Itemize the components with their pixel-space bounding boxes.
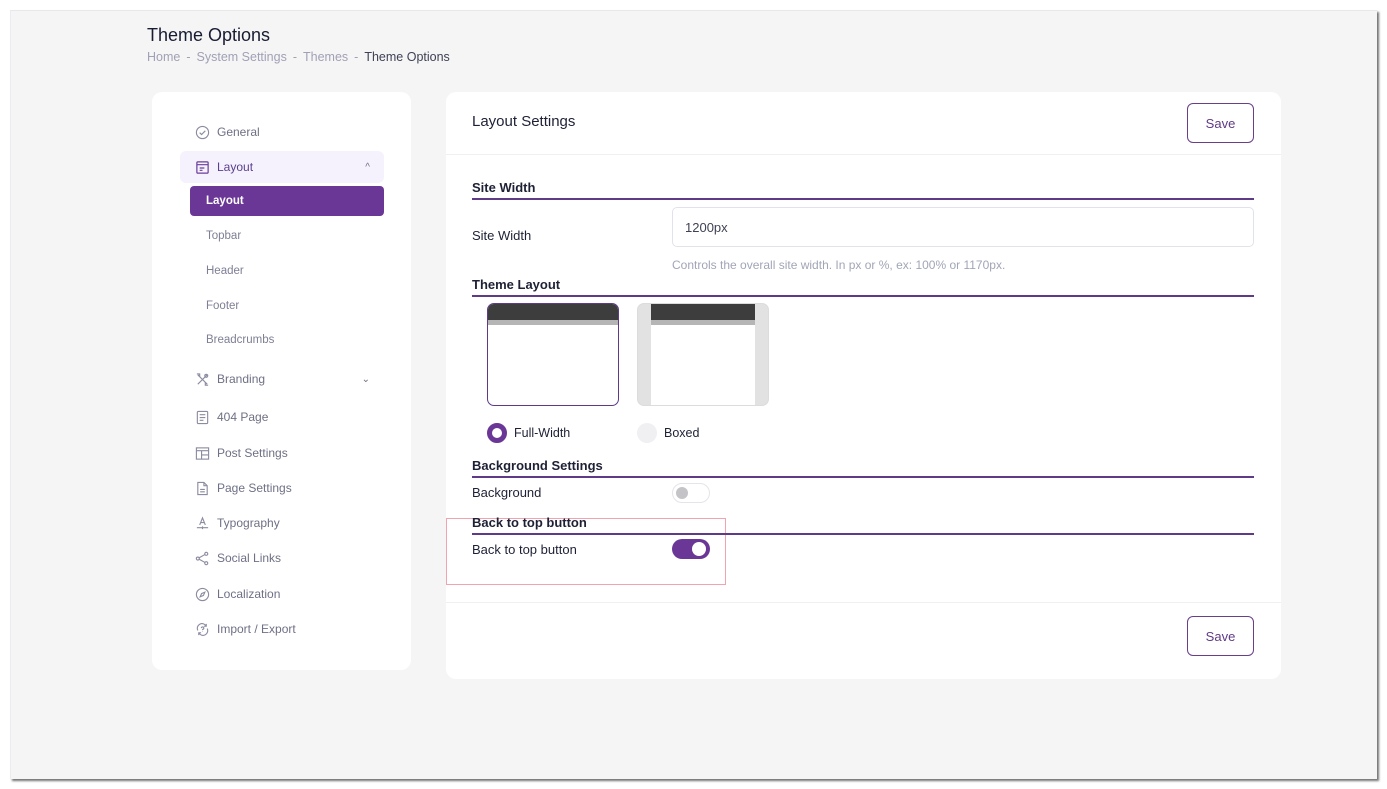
sidebar-subitem-layout[interactable]: Layout bbox=[190, 186, 384, 216]
panel-header: Layout Settings Save bbox=[446, 92, 1281, 155]
boxed-layout-preview[interactable] bbox=[637, 303, 769, 406]
breadcrumb-separator: - bbox=[186, 50, 191, 64]
document-list-icon bbox=[194, 409, 210, 425]
sidebar-item-post-settings[interactable]: Post Settings bbox=[180, 437, 384, 469]
sidebar-subitem-header[interactable]: Header bbox=[190, 256, 384, 286]
sidebar-subitem-footer[interactable]: Footer bbox=[190, 291, 384, 321]
site-width-hint: Controls the overall site width. In px o… bbox=[672, 258, 1006, 272]
import-export-icon bbox=[194, 621, 210, 637]
save-button-bottom[interactable]: Save bbox=[1187, 616, 1254, 656]
full-width-layout-preview[interactable] bbox=[487, 303, 619, 406]
panel-footer-divider bbox=[446, 602, 1281, 603]
toggle-knob bbox=[692, 542, 706, 556]
section-title-site-width: Site Width bbox=[472, 180, 1254, 200]
sidebar-item-label: 404 Page bbox=[217, 410, 269, 424]
section-title-theme-layout: Theme Layout bbox=[472, 277, 1254, 297]
site-width-input[interactable] bbox=[672, 207, 1254, 247]
radio-label: Full-Width bbox=[514, 426, 571, 440]
section-title-back-to-top: Back to top button bbox=[472, 515, 1254, 535]
radio-selected-icon[interactable] bbox=[487, 423, 507, 443]
sidebar-item-label: Layout bbox=[217, 160, 254, 174]
sidebar-item-label: Typography bbox=[217, 516, 280, 530]
background-toggle[interactable] bbox=[672, 483, 710, 503]
sidebar-item-404-page[interactable]: 404 Page bbox=[180, 401, 384, 433]
sidebar: General Layout ^ Layout Topbar Header Fo… bbox=[152, 92, 411, 670]
breadcrumb-home[interactable]: Home bbox=[147, 50, 180, 64]
background-label: Background bbox=[472, 485, 542, 500]
share-icon bbox=[194, 550, 210, 566]
tools-icon bbox=[194, 371, 210, 387]
breadcrumb-system-settings[interactable]: System Settings bbox=[197, 50, 287, 64]
sidebar-item-typography[interactable]: Typography bbox=[180, 507, 384, 539]
sidebar-item-label: General bbox=[217, 125, 260, 139]
preview-nav-bar bbox=[651, 320, 755, 325]
save-button-top[interactable]: Save bbox=[1187, 103, 1254, 143]
page-title: Theme Options bbox=[147, 25, 271, 45]
back-to-top-label: Back to top button bbox=[472, 542, 577, 557]
sidebar-item-page-settings[interactable]: Page Settings bbox=[180, 472, 384, 504]
breadcrumb-themes[interactable]: Themes bbox=[303, 50, 348, 64]
breadcrumb-separator: - bbox=[354, 50, 359, 64]
layout-icon bbox=[194, 159, 210, 175]
layout-settings-panel: Layout Settings Save Site Width Site Wid… bbox=[446, 92, 1281, 679]
radio-full-width[interactable]: Full-Width bbox=[487, 423, 570, 443]
typography-icon bbox=[194, 515, 210, 531]
chevron-up-icon: ^ bbox=[365, 161, 370, 173]
sidebar-item-label: Import / Export bbox=[217, 622, 296, 636]
sidebar-item-label: Post Settings bbox=[217, 446, 288, 460]
preview-nav-bar bbox=[488, 320, 618, 325]
radio-unselected-icon[interactable] bbox=[637, 423, 657, 443]
compass-icon bbox=[194, 586, 210, 602]
sidebar-item-label: Localization bbox=[217, 587, 281, 601]
sidebar-item-import-export[interactable]: Import / Export bbox=[180, 613, 384, 645]
post-layout-icon bbox=[194, 445, 210, 461]
sidebar-item-label: Branding bbox=[217, 372, 266, 386]
toggle-knob bbox=[676, 487, 688, 499]
sidebar-subitem-breadcrumbs[interactable]: Breadcrumbs bbox=[190, 325, 384, 355]
sidebar-item-social-links[interactable]: Social Links bbox=[180, 542, 384, 574]
check-circle-icon bbox=[194, 124, 210, 140]
breadcrumb: Home - System Settings - Themes - Theme … bbox=[147, 50, 450, 64]
file-icon bbox=[194, 480, 210, 496]
sidebar-item-localization[interactable]: Localization bbox=[180, 578, 384, 610]
preview-header-bar bbox=[488, 304, 618, 320]
back-to-top-toggle[interactable] bbox=[672, 539, 710, 559]
sidebar-item-layout[interactable]: Layout ^ bbox=[180, 151, 384, 183]
sidebar-item-label: Social Links bbox=[217, 551, 282, 565]
preview-boxed-content bbox=[651, 304, 755, 405]
section-title-background: Background Settings bbox=[472, 458, 1254, 478]
chevron-down-icon: ⌄ bbox=[361, 373, 370, 385]
sidebar-subitem-topbar[interactable]: Topbar bbox=[190, 221, 384, 251]
app-window: Theme Options Home - System Settings - T… bbox=[10, 10, 1377, 779]
site-width-label: Site Width bbox=[472, 228, 532, 243]
breadcrumb-separator: - bbox=[292, 50, 298, 64]
preview-header-bar bbox=[651, 304, 755, 320]
sidebar-item-label: Page Settings bbox=[217, 481, 292, 495]
panel-title: Layout Settings bbox=[472, 113, 576, 130]
breadcrumb-current: Theme Options bbox=[364, 50, 450, 64]
radio-boxed[interactable]: Boxed bbox=[637, 423, 699, 443]
sidebar-item-branding[interactable]: Branding ⌄ bbox=[180, 363, 384, 395]
radio-label: Boxed bbox=[664, 426, 700, 440]
sidebar-item-general[interactable]: General bbox=[180, 116, 384, 148]
